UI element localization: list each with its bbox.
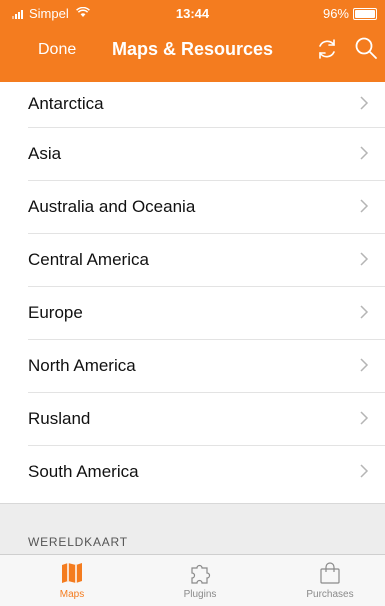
tab-maps[interactable]: Maps bbox=[27, 559, 117, 600]
section-header: WERELDKAART bbox=[28, 535, 128, 549]
list-item-label: Australia and Oceania bbox=[28, 197, 196, 216]
shopping-bag-icon bbox=[320, 562, 340, 584]
status-bar: Simpel 13:44 96% bbox=[0, 0, 385, 26]
chevron-right-icon bbox=[360, 358, 369, 372]
chevron-right-icon bbox=[360, 146, 369, 160]
list-item-label: Asia bbox=[28, 144, 62, 163]
chevron-right-icon bbox=[360, 252, 369, 266]
list-item-label: Antarctica bbox=[28, 94, 104, 113]
section-header-area: WERELDKAART bbox=[0, 503, 385, 556]
tab-label: Purchases bbox=[306, 589, 354, 600]
tab-plugins[interactable]: Plugins bbox=[155, 559, 245, 600]
refresh-icon[interactable] bbox=[314, 36, 340, 62]
list-item-label: South America bbox=[28, 462, 139, 481]
map-icon bbox=[62, 563, 82, 583]
list-item[interactable]: Antarctica bbox=[28, 82, 385, 128]
battery-status: 96% bbox=[323, 6, 377, 21]
chevron-right-icon bbox=[360, 96, 369, 110]
list-item[interactable]: North America bbox=[28, 340, 385, 393]
list-item[interactable]: Australia and Oceania bbox=[28, 181, 385, 234]
chevron-right-icon bbox=[360, 464, 369, 478]
chevron-right-icon bbox=[360, 411, 369, 425]
chevron-right-icon bbox=[360, 199, 369, 213]
tab-label: Maps bbox=[59, 589, 85, 600]
list-item-label: Central America bbox=[28, 250, 149, 269]
list-item-label: North America bbox=[28, 356, 136, 375]
list-item[interactable]: South America bbox=[0, 446, 385, 498]
list-item[interactable]: Europe bbox=[28, 287, 385, 340]
tab-bar: Maps Plugins Purchases bbox=[0, 554, 385, 606]
list-item-label: Europe bbox=[28, 303, 83, 322]
tab-label: Plugins bbox=[183, 589, 217, 600]
chevron-right-icon bbox=[360, 305, 369, 319]
top-bar: Simpel 13:44 96% Done Maps & Resources bbox=[0, 0, 385, 82]
puzzle-icon bbox=[191, 564, 211, 584]
list-item-label: Rusland bbox=[28, 409, 91, 428]
list-item[interactable]: Central America bbox=[28, 234, 385, 287]
navigation-bar: Done Maps & Resources bbox=[0, 26, 385, 74]
list-item[interactable]: Rusland bbox=[28, 393, 385, 446]
region-list: Antarctica Asia Australia and Oceania Ce… bbox=[0, 82, 385, 498]
battery-percent: 96% bbox=[322, 6, 349, 21]
battery-icon bbox=[353, 7, 377, 20]
search-icon[interactable] bbox=[353, 35, 379, 61]
list-item[interactable]: Asia bbox=[28, 128, 385, 181]
tab-purchases[interactable]: Purchases bbox=[285, 559, 375, 600]
